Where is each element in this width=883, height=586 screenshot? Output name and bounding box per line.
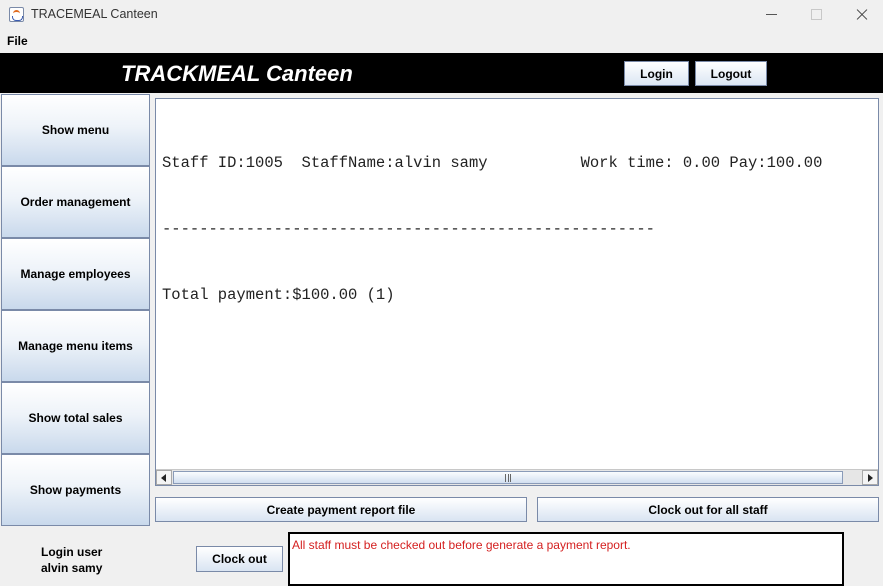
grip-icon (505, 474, 511, 482)
window-title-bar[interactable]: TRACEMEAL Canteen (0, 0, 883, 30)
payment-report-textarea[interactable]: Staff ID:1005 StaffName:alvin samy Work … (155, 98, 879, 486)
show-payments-button[interactable]: Show payments (1, 454, 150, 526)
minimize-icon[interactable] (748, 0, 794, 30)
report-line-separator: ----------------------------------------… (162, 220, 655, 238)
header-banner: TRACKMEAL Canteen Login Logout (0, 53, 883, 93)
report-line-staff: Staff ID:1005 StaffName:alvin samy Work … (162, 154, 823, 172)
login-button[interactable]: Login (624, 61, 689, 86)
clock-out-all-staff-button[interactable]: Clock out for all staff (537, 497, 879, 522)
menu-file[interactable]: File (7, 34, 28, 48)
show-menu-button[interactable]: Show menu (1, 94, 150, 166)
report-text: Staff ID:1005 StaffName:alvin samy Work … (162, 108, 822, 350)
app-title: TRACKMEAL Canteen (121, 61, 353, 86)
manage-employees-button[interactable]: Manage employees (1, 238, 150, 310)
scroll-left-icon[interactable] (156, 470, 172, 485)
create-payment-report-button[interactable]: Create payment report file (155, 497, 527, 522)
menu-bar: File (0, 30, 883, 52)
report-line-total: Total payment:$100.00 (1) (162, 286, 395, 304)
manage-menu-items-button[interactable]: Manage menu items (1, 310, 150, 382)
clock-out-button[interactable]: Clock out (196, 546, 283, 572)
login-user-label: Login user (41, 545, 103, 559)
status-message-box: All staff must be checked out before gen… (288, 532, 844, 586)
login-user-name: alvin samy (41, 561, 103, 575)
status-message: All staff must be checked out before gen… (292, 538, 631, 552)
scrollbar-thumb[interactable] (173, 471, 843, 484)
window-title: TRACEMEAL Canteen (31, 7, 158, 21)
order-management-button[interactable]: Order management (1, 166, 150, 238)
show-total-sales-button[interactable]: Show total sales (1, 382, 150, 454)
logout-button[interactable]: Logout (695, 61, 767, 86)
maximize-icon (793, 0, 839, 30)
java-cup-icon (9, 7, 24, 22)
close-icon[interactable] (838, 0, 883, 30)
horizontal-scrollbar[interactable] (156, 469, 878, 485)
sidebar-nav: Show menu Order management Manage employ… (1, 94, 150, 526)
scroll-right-icon[interactable] (862, 470, 878, 485)
